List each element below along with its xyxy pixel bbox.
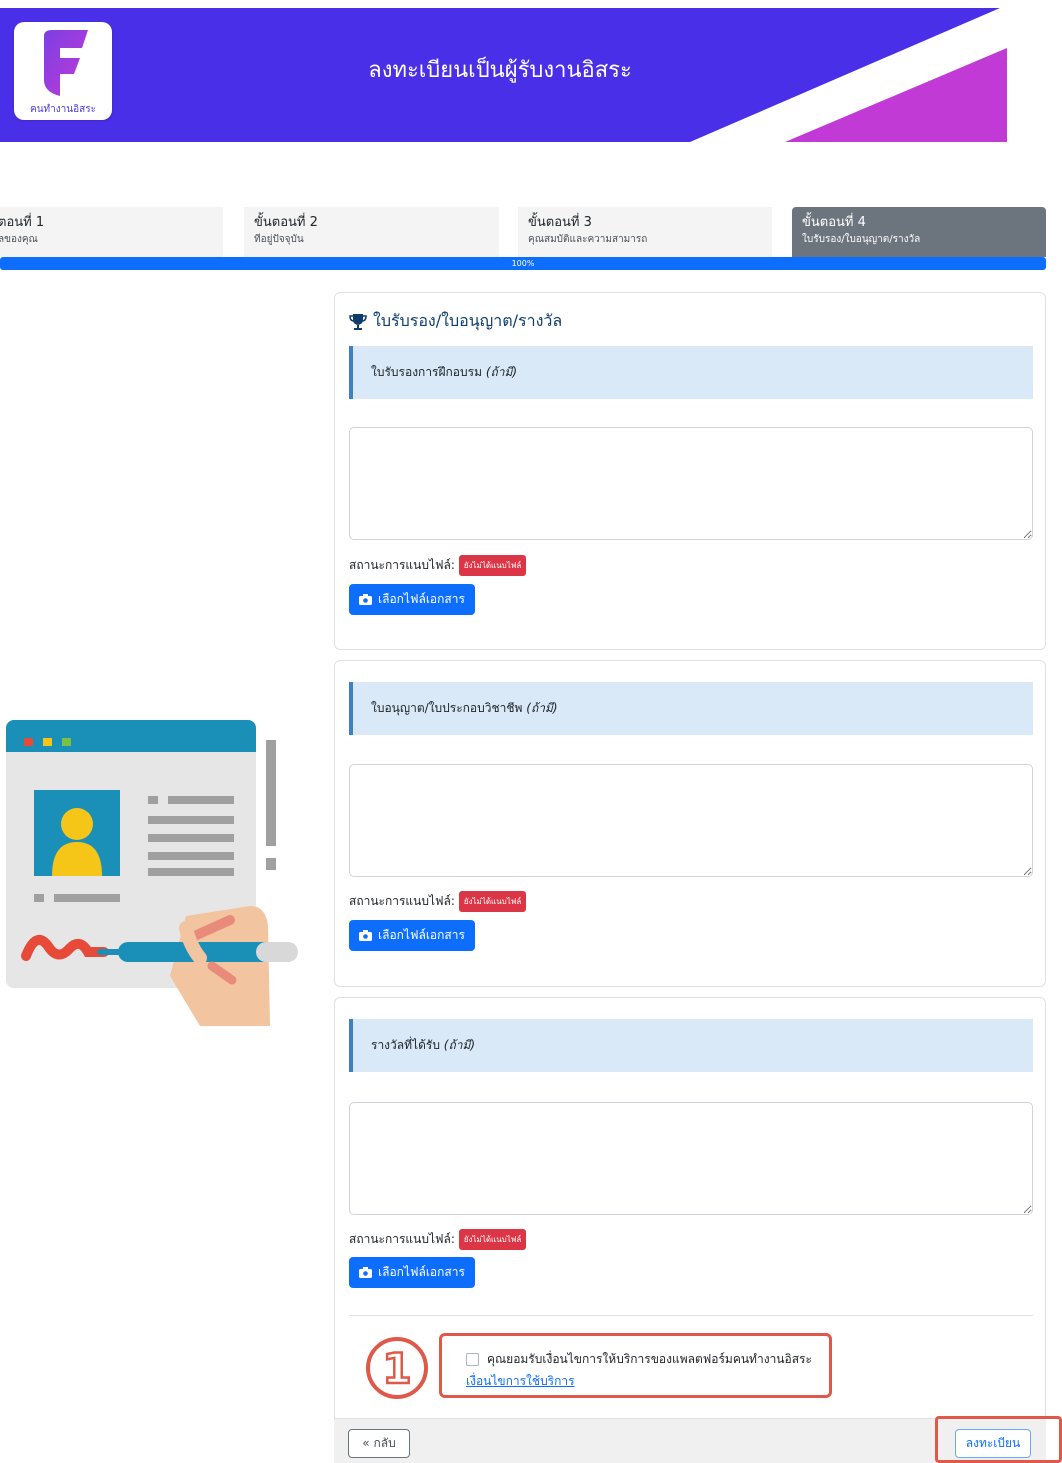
file-status-row: สถานะการแนบไฟล์: ยังไม่ได้แนบไฟล์ bbox=[349, 891, 527, 912]
section-title: รางวัลที่ได้รับ bbox=[371, 1038, 440, 1052]
logo-f-icon bbox=[44, 30, 88, 96]
step-title: ขั้นตอนที่ 4 bbox=[802, 215, 866, 230]
step-2[interactable]: ขั้นตอนที่ 2 ที่อยู่ปัจจุบัน bbox=[244, 207, 499, 257]
awards-textarea[interactable] bbox=[349, 1102, 1033, 1215]
register-button[interactable]: ลงทะเบียน bbox=[955, 1429, 1031, 1458]
file-status-label: สถานะการแนบไฟล์: bbox=[349, 558, 455, 572]
page-title: ลงทะเบียนเป็นผู้รับงานอิสระ bbox=[368, 58, 632, 83]
camera-icon bbox=[359, 930, 372, 941]
registration-illustration bbox=[6, 720, 298, 1026]
camera-icon bbox=[359, 1267, 372, 1278]
terms-text: คุณยอมรับเงื่อนไขการให้บริการของแพลตฟอร์… bbox=[487, 1352, 812, 1366]
section-header-awards: รางวัลที่ได้รับ (ถ้ามี) bbox=[349, 1019, 1033, 1072]
divider bbox=[349, 1315, 1033, 1316]
section-optional: (ถ้ามี) bbox=[485, 365, 518, 379]
section-header-license: ใบอนุญาต/ใบประกอบวิชาชีพ (ถ้ามี) bbox=[349, 682, 1033, 735]
step-subtitle: ที่อยู่ปัจจุบัน bbox=[254, 234, 304, 245]
license-textarea[interactable] bbox=[349, 764, 1033, 877]
step-4[interactable]: ขั้นตอนที่ 4 ใบรับรอง/ใบอนุญาต/รางวัล bbox=[792, 207, 1046, 257]
step-title: ตอนที่ 1 bbox=[0, 215, 45, 230]
licenses-card: ใบอนุญาต/ใบประกอบวิชาชีพ (ถ้ามี) สถานะกา… bbox=[334, 660, 1046, 987]
file-status-label: สถานะการแนบไฟล์: bbox=[349, 1232, 455, 1246]
choose-file-label: เลือกไฟล์เอกสาร bbox=[378, 1265, 465, 1279]
step-3[interactable]: ขั้นตอนที่ 3 คุณสมบัติและความสามารถ bbox=[518, 207, 772, 257]
file-status-row: สถานะการแนบไฟล์: ยังไม่ได้แนบไฟล์ bbox=[349, 1229, 527, 1250]
logo-text: คนทำงานอิสระ bbox=[30, 104, 96, 115]
terms-checkbox-row[interactable]: คุณยอมรับเงื่อนไขการให้บริการของแพลตฟอร์… bbox=[466, 1350, 812, 1369]
terms-agreement-box: คุณยอมรับเงื่อนไขการให้บริการของแพลตฟอร์… bbox=[439, 1333, 832, 1398]
step-title: ขั้นตอนที่ 2 bbox=[254, 215, 318, 230]
camera-icon bbox=[359, 594, 372, 605]
step-subtitle: ลของคุณ bbox=[0, 234, 38, 245]
annotation-number: 1 bbox=[382, 1344, 411, 1393]
step-title: ขั้นตอนที่ 3 bbox=[528, 215, 592, 230]
header-banner: คนทำงานอิสระ ลงทะเบียนเป็นผู้รับงานอิสระ bbox=[0, 0, 1062, 145]
status-badge: ยังไม่ได้แนบไฟล์ bbox=[458, 1229, 527, 1250]
site-logo[interactable]: คนทำงานอิสระ bbox=[14, 22, 112, 120]
status-badge: ยังไม่ได้แนบไฟล์ bbox=[458, 555, 527, 576]
trophy-icon bbox=[349, 313, 367, 330]
section-header-training: ใบรับรองการฝึกอบรม (ถ้ามี) bbox=[349, 346, 1033, 399]
status-badge: ยังไม่ได้แนบไฟล์ bbox=[458, 891, 527, 912]
step-subtitle: ใบรับรอง/ใบอนุญาต/รางวัล bbox=[802, 234, 921, 245]
file-status-row: สถานะการแนบไฟล์: ยังไม่ได้แนบไฟล์ bbox=[349, 555, 527, 576]
annotation-number-icon: 1 bbox=[366, 1337, 428, 1399]
section-optional: (ถ้ามี) bbox=[443, 1038, 476, 1052]
card-heading-text: ใบรับรอง/ใบอนุญาต/รางวัล bbox=[373, 311, 563, 330]
card-heading: ใบรับรอง/ใบอนุญาต/รางวัล bbox=[349, 309, 562, 334]
back-button[interactable]: « กลับ bbox=[348, 1429, 410, 1458]
file-status-label: สถานะการแนบไฟล์: bbox=[349, 894, 455, 908]
choose-file-button-license[interactable]: เลือกไฟล์เอกสาร bbox=[349, 920, 475, 951]
terms-link[interactable]: เงื่อนไขการใช้บริการ bbox=[466, 1372, 575, 1391]
section-title: ใบอนุญาต/ใบประกอบวิชาชีพ bbox=[371, 701, 523, 715]
section-optional: (ถ้ามี) bbox=[526, 701, 558, 715]
step-1[interactable]: ตอนที่ 1 ลของคุณ bbox=[0, 207, 223, 257]
certificates-card: ใบรับรอง/ใบอนุญาต/รางวัล ใบรับรองการฝึกอ… bbox=[334, 292, 1046, 650]
step-subtitle: คุณสมบัติและความสามารถ bbox=[528, 234, 648, 245]
submit-highlight: ลงทะเบียน bbox=[935, 1416, 1062, 1463]
progress-bar: 100% bbox=[0, 257, 1046, 270]
choose-file-label: เลือกไฟล์เอกสาร bbox=[378, 592, 465, 606]
choose-file-label: เลือกไฟล์เอกสาร bbox=[378, 928, 465, 942]
progress-label: 100% bbox=[511, 259, 535, 268]
training-textarea[interactable] bbox=[349, 427, 1033, 540]
wizard-steps: ตอนที่ 1 ลของคุณ ขั้นตอนที่ 2 ที่อยู่ปัจ… bbox=[0, 207, 1062, 257]
choose-file-button-training[interactable]: เลือกไฟล์เอกสาร bbox=[349, 584, 475, 615]
section-title: ใบรับรองการฝึกอบรม bbox=[371, 365, 482, 379]
choose-file-button-awards[interactable]: เลือกไฟล์เอกสาร bbox=[349, 1257, 475, 1288]
terms-checkbox[interactable] bbox=[466, 1353, 479, 1366]
